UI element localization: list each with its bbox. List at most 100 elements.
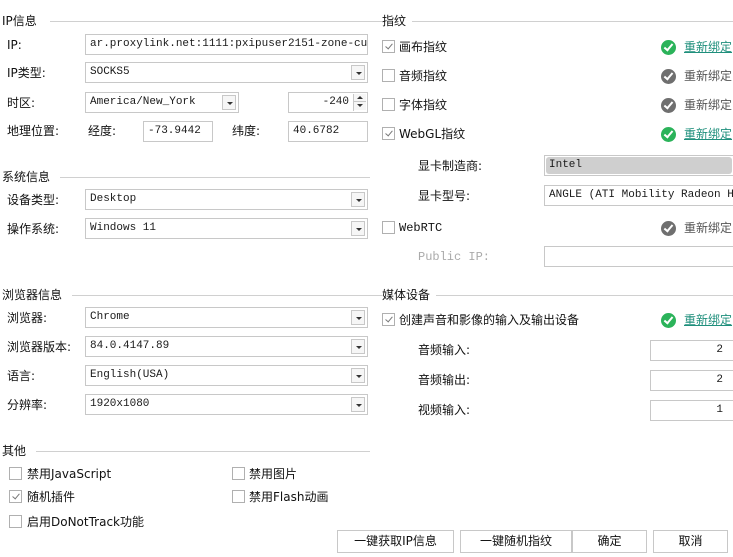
video-input-value: 1 bbox=[716, 404, 723, 416]
webrtc-checkbox[interactable] bbox=[382, 221, 395, 234]
random-fingerprint-button[interactable]: 一键随机指纹 bbox=[460, 530, 572, 553]
device-type-value: Desktop bbox=[90, 193, 137, 205]
video-input-spinner[interactable]: 1 bbox=[650, 400, 733, 421]
webgl-fp-label: WebGL指纹 bbox=[399, 127, 466, 141]
media-rebind-link[interactable]: 重新绑定 bbox=[684, 313, 732, 327]
timezone-value: America/New_York bbox=[90, 96, 196, 108]
browser-value: Chrome bbox=[90, 311, 130, 323]
timezone-offset-value: -240 bbox=[322, 96, 349, 108]
cancel-button[interactable]: 取消 bbox=[653, 530, 728, 553]
public-ip-label: Public IP: bbox=[418, 250, 491, 264]
check-circle-icon bbox=[661, 98, 676, 113]
disable-flash-label: 禁用Flash动画 bbox=[249, 490, 329, 504]
ip-type-label: IP类型: bbox=[7, 66, 46, 80]
language-select[interactable]: English(USA) bbox=[85, 365, 368, 386]
language-value: English(USA) bbox=[90, 369, 170, 381]
audio-input-label: 音频输入: bbox=[418, 343, 471, 357]
audio-fp-checkbox[interactable] bbox=[382, 69, 395, 82]
browser-version-value: 84.0.4147.89 bbox=[90, 340, 170, 352]
canvas-rebind-link[interactable]: 重新绑定 bbox=[684, 40, 732, 54]
font-fp-checkbox[interactable] bbox=[382, 98, 395, 111]
audio-input-value: 2 bbox=[716, 344, 723, 356]
browser-label: 浏览器: bbox=[7, 311, 48, 325]
chevron-down-icon[interactable] bbox=[351, 397, 365, 412]
os-label: 操作系统: bbox=[7, 222, 60, 236]
longitude-input[interactable]: -73.9442 bbox=[143, 121, 213, 142]
chevron-down-icon[interactable] bbox=[351, 368, 365, 383]
canvas-fp-label: 画布指纹 bbox=[399, 40, 448, 54]
language-label: 语言: bbox=[7, 369, 36, 383]
disable-images-label: 禁用图片 bbox=[249, 467, 298, 481]
ip-type-select[interactable]: SOCKS5 bbox=[85, 62, 368, 83]
audio-input-spinner[interactable]: 2 bbox=[650, 340, 733, 361]
audio-rebind-link[interactable]: 重新绑定 bbox=[684, 69, 732, 83]
disable-images-checkbox[interactable] bbox=[232, 467, 245, 480]
chevron-down-icon[interactable] bbox=[222, 95, 236, 110]
timezone-label: 时区: bbox=[7, 96, 36, 110]
webgl-fp-checkbox[interactable] bbox=[382, 127, 395, 140]
check-circle-icon bbox=[661, 69, 676, 84]
audio-fp-label: 音频指纹 bbox=[399, 69, 448, 83]
resolution-value: 1920x1080 bbox=[90, 398, 150, 410]
other-section-divider bbox=[36, 451, 370, 452]
spinner-arrows-icon[interactable] bbox=[353, 94, 366, 111]
font-fp-label: 字体指纹 bbox=[399, 98, 448, 112]
ip-type-value: SOCKS5 bbox=[90, 66, 130, 78]
webrtc-label: WebRTC bbox=[399, 221, 443, 235]
device-type-select[interactable]: Desktop bbox=[85, 189, 368, 210]
dnt-label: 启用DoNotTrack功能 bbox=[27, 515, 145, 529]
resolution-select[interactable]: 1920x1080 bbox=[85, 394, 368, 415]
dnt-checkbox[interactable] bbox=[9, 515, 22, 528]
ok-button[interactable]: 确定 bbox=[572, 530, 647, 553]
device-type-label: 设备类型: bbox=[7, 193, 60, 207]
latitude-label: 纬度: bbox=[232, 124, 261, 138]
os-select[interactable]: Windows 11 bbox=[85, 218, 368, 239]
audio-output-spinner[interactable]: 2 bbox=[650, 370, 733, 391]
chevron-down-icon[interactable] bbox=[351, 339, 365, 354]
webrtc-rebind-link[interactable]: 重新绑定 bbox=[684, 221, 732, 235]
ip-section-divider bbox=[50, 21, 370, 22]
timezone-select[interactable]: America/New_York bbox=[85, 92, 239, 113]
browser-version-label: 浏览器版本: bbox=[7, 340, 72, 354]
check-circle-icon bbox=[661, 221, 676, 236]
chevron-down-icon[interactable] bbox=[351, 221, 365, 236]
check-circle-icon bbox=[661, 40, 676, 55]
system-section-title: 系统信息 bbox=[2, 170, 57, 184]
ip-label: IP: bbox=[7, 38, 22, 52]
media-section-title: 媒体设备 bbox=[382, 288, 437, 302]
create-devices-checkbox[interactable] bbox=[382, 313, 395, 326]
browser-section-title: 浏览器信息 bbox=[2, 288, 69, 302]
gpu-vendor-value: Intel bbox=[546, 157, 732, 174]
browser-section-divider bbox=[72, 295, 370, 296]
browser-select[interactable]: Chrome bbox=[85, 307, 368, 328]
public-ip-input[interactable] bbox=[544, 246, 733, 267]
video-input-label: 视频输入: bbox=[418, 403, 471, 417]
webgl-rebind-link[interactable]: 重新绑定 bbox=[684, 127, 732, 141]
check-circle-icon bbox=[661, 127, 676, 142]
random-plugins-checkbox[interactable] bbox=[9, 490, 22, 503]
gpu-model-field[interactable]: ANGLE (ATI Mobility Radeon H bbox=[544, 185, 733, 206]
chevron-down-icon[interactable] bbox=[351, 310, 365, 325]
geo-label: 地理位置: bbox=[7, 124, 60, 138]
canvas-fp-checkbox[interactable] bbox=[382, 40, 395, 53]
disable-flash-checkbox[interactable] bbox=[232, 490, 245, 503]
os-value: Windows 11 bbox=[90, 222, 157, 234]
chevron-down-icon[interactable] bbox=[351, 65, 365, 80]
timezone-offset-spinner[interactable]: -240 bbox=[288, 92, 368, 113]
font-rebind-link[interactable]: 重新绑定 bbox=[684, 98, 732, 112]
gpu-model-label: 显卡型号: bbox=[418, 189, 471, 203]
ip-input[interactable]: ar.proxylink.net:1111:pxipuser2151-zone-… bbox=[85, 34, 368, 55]
ip-section-title: IP信息 bbox=[2, 14, 43, 28]
disable-js-label: 禁用JavaScript bbox=[27, 467, 112, 481]
random-plugins-label: 随机插件 bbox=[27, 490, 76, 504]
disable-js-checkbox[interactable] bbox=[9, 467, 22, 480]
other-section-title: 其他 bbox=[2, 444, 33, 458]
latitude-input[interactable]: 40.6782 bbox=[288, 121, 368, 142]
gpu-vendor-field[interactable]: Intel bbox=[544, 155, 733, 176]
browser-version-select[interactable]: 84.0.4147.89 bbox=[85, 336, 368, 357]
resolution-label: 分辨率: bbox=[7, 398, 48, 412]
create-devices-label: 创建声音和影像的输入及输出设备 bbox=[399, 313, 580, 327]
chevron-down-icon[interactable] bbox=[351, 192, 365, 207]
fetch-ip-button[interactable]: 一键获取IP信息 bbox=[337, 530, 454, 553]
check-circle-icon bbox=[661, 313, 676, 328]
